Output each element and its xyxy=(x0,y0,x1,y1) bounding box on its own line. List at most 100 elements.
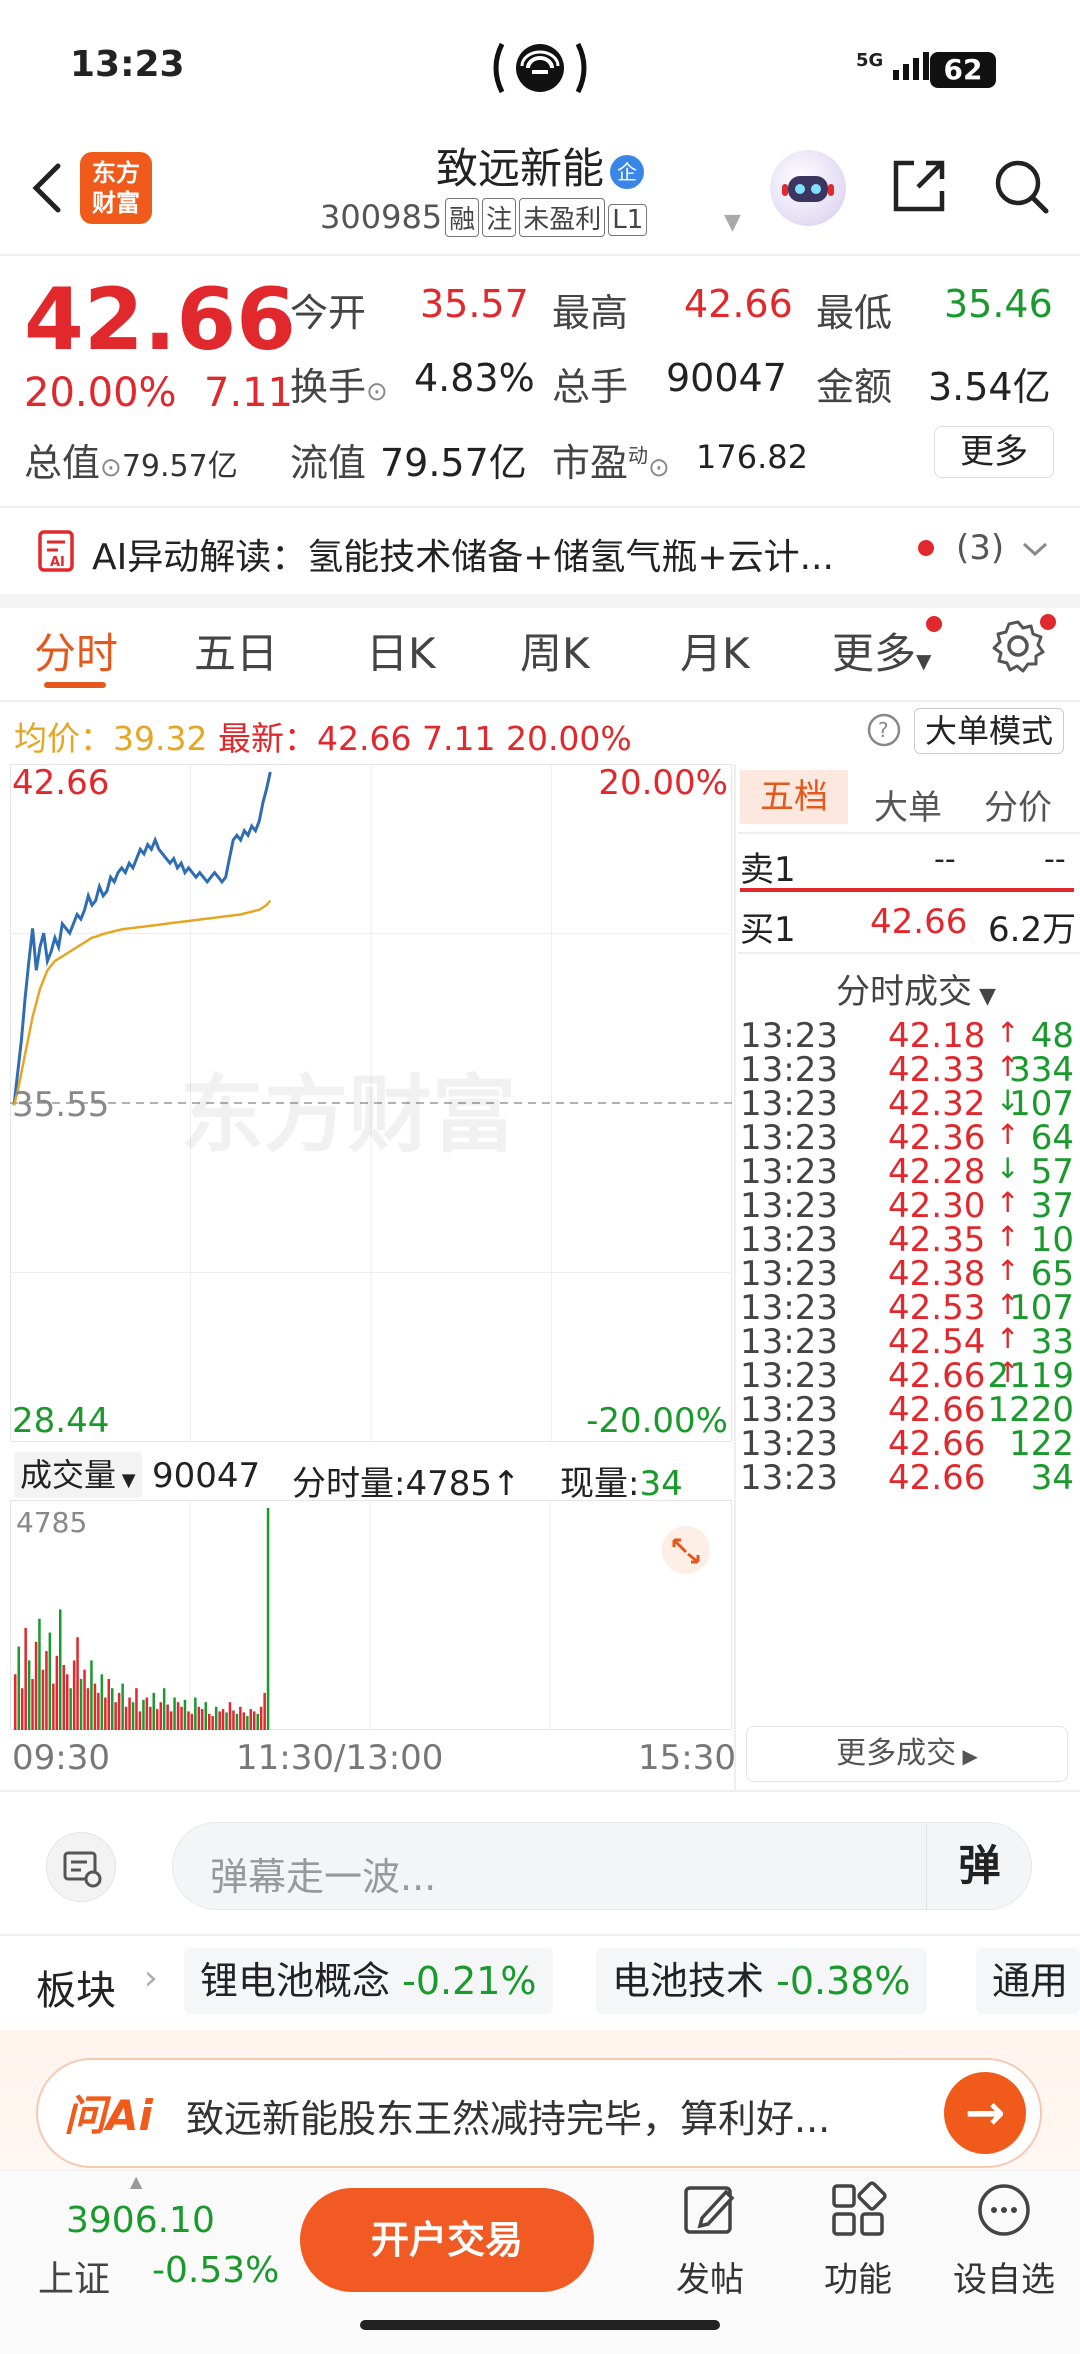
volume-bar xyxy=(52,1683,55,1730)
volume-bar xyxy=(266,1508,270,1730)
search-icon[interactable] xyxy=(990,155,1052,217)
volume-bar xyxy=(235,1713,239,1730)
trade-dir: ↑ xyxy=(996,1118,1020,1151)
chevron-right-icon[interactable]: › xyxy=(144,1958,158,1998)
tab-daily-k[interactable]: 日K xyxy=(366,620,436,681)
volume-bar xyxy=(90,1660,93,1730)
share-icon[interactable] xyxy=(888,155,950,217)
y-mid-label: 35.55 xyxy=(12,1085,109,1125)
volume-bar xyxy=(208,1713,211,1730)
dropdown-arrow-icon[interactable]: ▼ xyxy=(724,210,741,235)
ai-ask-text: 致远新能股东王然减持完毕，算利好... xyxy=(186,2097,831,2141)
float-label: 流值 xyxy=(290,441,367,485)
more-trades-button[interactable]: 更多成交 ▶ xyxy=(746,1726,1068,1782)
tab-more-dot xyxy=(926,616,942,632)
open-account-button[interactable]: 开户交易 xyxy=(300,2188,594,2292)
volume-bar xyxy=(204,1702,207,1730)
volume-bar xyxy=(246,1716,249,1730)
volume-bar xyxy=(201,1709,204,1730)
segment-price-dist[interactable]: 分价 xyxy=(984,780,1052,829)
volume-bar xyxy=(111,1688,114,1730)
index-expand-icon[interactable]: ▲ xyxy=(130,2172,142,2191)
nav-add-watchlist[interactable]: 设自选 xyxy=(944,2180,1064,2301)
tick-volume: 分时量:4785↑ xyxy=(292,1464,521,1504)
tag-registration: 注 xyxy=(482,198,517,237)
change-percent: 20.00% xyxy=(24,370,177,416)
volume-bar xyxy=(142,1699,145,1730)
current-volume: 现量:34 xyxy=(560,1464,683,1504)
segment-five-level[interactable]: 五档 xyxy=(740,770,848,824)
volume-chart[interactable]: 4785 xyxy=(10,1500,732,1730)
settings-dot xyxy=(1040,614,1056,630)
arrow-right-icon[interactable]: → xyxy=(944,2072,1026,2154)
segment-big-order[interactable]: 大单 xyxy=(874,780,942,829)
help-icon[interactable]: ? xyxy=(866,712,902,748)
divider xyxy=(738,952,1080,954)
high-value: 42.66 xyxy=(684,282,793,326)
volume-total: 90047 xyxy=(152,1456,261,1496)
big-order-mode-button[interactable]: 大单模式 xyxy=(914,708,1065,754)
more-quote-button[interactable]: 更多 xyxy=(934,426,1054,478)
ai-insight-count: (3) xyxy=(956,528,1005,568)
tab-monthly-k[interactable]: 月K xyxy=(680,620,750,681)
price-line xyxy=(12,771,272,1106)
pe-value: 176.82 xyxy=(696,438,808,476)
low-label: 最低 xyxy=(816,291,893,335)
volume-bar xyxy=(117,1692,121,1730)
unread-dot xyxy=(918,540,934,556)
danmu-placeholder: 弹幕走一波... xyxy=(210,1855,437,1899)
chevron-down-icon[interactable] xyxy=(1020,540,1050,560)
divider xyxy=(738,832,1080,834)
chart-watermark: 东方财富 xyxy=(180,1066,516,1164)
open-value: 35.57 xyxy=(420,282,529,326)
intraday-chart[interactable]: 东方财富 42.66 20.00% 35.55 28.44 -20.00% xyxy=(10,764,732,1442)
gear-icon[interactable] xyxy=(990,618,1046,674)
stock-code: 300985 xyxy=(320,198,443,236)
sector-chip-battery[interactable]: 电池技术 -0.38% xyxy=(596,1948,927,2014)
volume-bar xyxy=(183,1699,187,1730)
ai-robot-icon[interactable] xyxy=(770,150,846,226)
tab-five-day[interactable]: 五日 xyxy=(194,620,278,681)
volume-bar xyxy=(76,1637,79,1730)
nav-functions[interactable]: 功能 xyxy=(798,2180,918,2301)
svg-text:AI: AI xyxy=(50,555,65,570)
stock-name: 致远新能 xyxy=(435,144,604,193)
volume-bar xyxy=(152,1692,155,1730)
trade-row: 13:23 42.66 34 xyxy=(740,1458,1074,1509)
amount-value: 3.54亿 xyxy=(928,365,1051,409)
message-settings-icon[interactable] xyxy=(46,1832,116,1902)
order-book-split xyxy=(740,888,1074,892)
volume-bar xyxy=(218,1711,221,1730)
volume-bar xyxy=(69,1688,72,1730)
volume-bar xyxy=(259,1706,263,1730)
sell1-price: -- xyxy=(934,842,956,877)
volume-bar xyxy=(66,1674,69,1730)
volume-value: 90047 xyxy=(666,356,787,400)
enterprise-badge: 企 xyxy=(610,154,644,189)
current-price: 42.66 xyxy=(24,270,297,370)
danmu-send-button[interactable]: 弹 xyxy=(926,1822,1032,1910)
volume-bar xyxy=(249,1709,252,1730)
sector-chip-general[interactable]: 通用 xyxy=(976,1948,1080,2014)
tab-more[interactable]: 更多▼ xyxy=(832,620,931,681)
float-value: 79.57亿 xyxy=(380,441,527,485)
index-value[interactable]: 3906.10 xyxy=(66,2200,215,2241)
volume-bar xyxy=(83,1669,86,1730)
divider xyxy=(0,1934,1080,1936)
volume-bar xyxy=(59,1609,62,1730)
volume-bar xyxy=(197,1706,201,1730)
volume-bar xyxy=(121,1683,124,1730)
home-indicator xyxy=(360,2320,720,2330)
low-value: 35.46 xyxy=(944,282,1053,326)
volume-selector[interactable]: 成交量 ▼ xyxy=(14,1452,142,1498)
volume-bar xyxy=(131,1702,135,1730)
tab-weekly-k[interactable]: 周K xyxy=(520,620,590,681)
tab-intraday[interactable]: 分时 xyxy=(34,620,118,681)
sector-chip-lithium[interactable]: 锂电池概念 -0.21% xyxy=(184,1948,553,2014)
x-tick-end: 15:30 xyxy=(638,1738,736,1778)
divider xyxy=(0,1790,1080,1792)
volume-bar xyxy=(135,1688,138,1730)
status-time: 13:23 xyxy=(70,44,185,85)
nav-post[interactable]: 发帖 xyxy=(650,2180,770,2301)
trades-title[interactable]: 分时成交 ▼ xyxy=(836,964,996,1013)
